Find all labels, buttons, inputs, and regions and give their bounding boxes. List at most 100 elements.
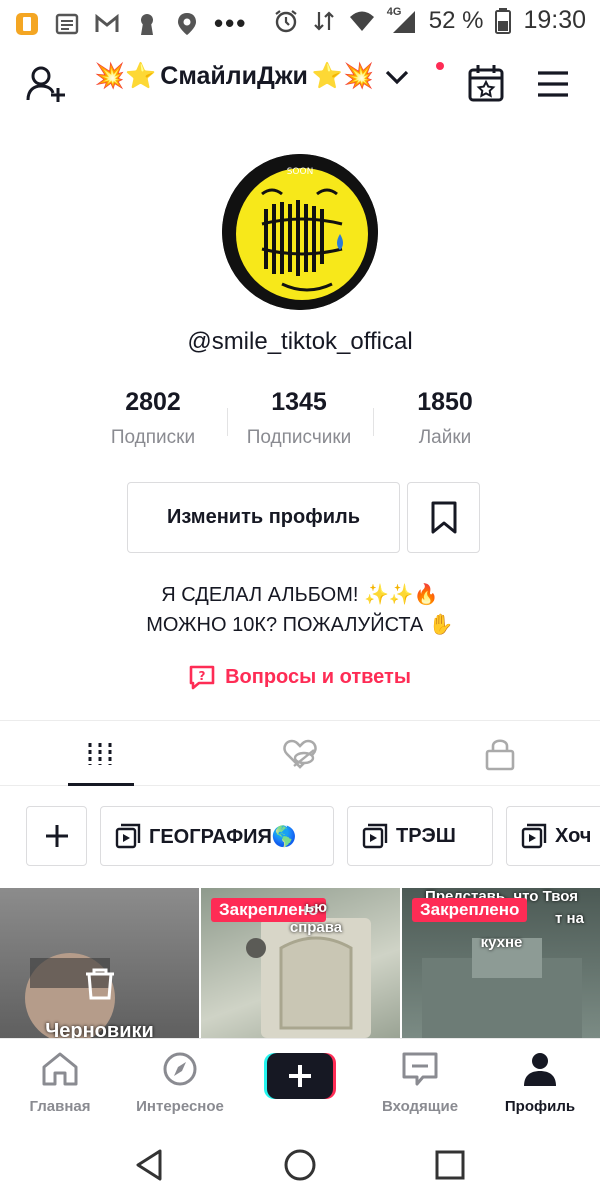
nav-inbox-label: Входящие — [381, 1098, 459, 1115]
video-tile[interactable]: Закреплено ью справа — [201, 888, 400, 1038]
home-icon — [42, 1052, 78, 1086]
nav-discover[interactable]: Интересное — [120, 1051, 240, 1115]
plus-icon — [45, 825, 68, 847]
qa-label: Вопросы и ответы — [225, 665, 411, 688]
account-switcher[interactable]: 💥⭐ СмайлиДжи ⭐💥 — [94, 62, 410, 91]
profile-display-name: СмайлиДжи — [160, 62, 308, 90]
svg-text:?: ? — [199, 669, 206, 683]
profile-icon — [524, 1053, 556, 1086]
playlist-icon — [362, 823, 388, 849]
bookmark-icon — [431, 501, 456, 533]
home-circle-icon[interactable] — [283, 1148, 317, 1182]
chevron-down-icon — [386, 70, 409, 84]
nav-home-label: Главная — [29, 1098, 91, 1115]
question-bubble-icon: ? — [189, 665, 215, 690]
stat-followers-value: 1345 — [271, 388, 327, 416]
stat-likes-value: 1850 — [417, 388, 473, 416]
stat-following[interactable]: 2802 Подписки — [80, 388, 226, 449]
nav-home[interactable]: Главная — [0, 1051, 120, 1115]
clock: 19:30 — [523, 6, 586, 34]
profile-header: 💥⭐ СмайлиДжи ⭐💥 — [0, 52, 600, 116]
cellular-signal-icon: 4G — [387, 6, 417, 34]
profile-bio: Я СДЕЛАЛ АЛЬБОМ! ✨✨🔥 МОЖНО 10К? ПОЖАЛУЙС… — [0, 580, 600, 640]
stat-following-label: Подписки — [110, 427, 196, 448]
playlist-icon — [521, 823, 547, 849]
wifi-icon — [349, 11, 374, 31]
create-button[interactable] — [264, 1053, 336, 1099]
stat-likes[interactable]: 1850 Лайки — [372, 388, 518, 449]
alarm-icon — [275, 9, 297, 32]
trash-icon — [86, 968, 114, 1000]
profile-stats: 2802 Подписки 1345 Подписчики 1850 Лайки — [80, 388, 520, 458]
tab-liked[interactable] — [200, 721, 400, 787]
active-tab-indicator — [68, 783, 134, 786]
playlist-chip[interactable]: ТРЭШ — [347, 806, 493, 866]
content-tabs — [0, 720, 600, 786]
compass-icon — [163, 1052, 197, 1086]
stat-followers[interactable]: 1345 Подписчики — [226, 388, 372, 449]
hidden-likes-icon — [283, 739, 317, 769]
add-friend-icon[interactable] — [26, 66, 66, 104]
grid-icon — [88, 743, 112, 765]
bio-line-2: МОЖНО 10К? ПОЖАЛУЙСТА ✋ — [146, 614, 454, 636]
playlist-label: Хоч — [555, 824, 592, 847]
video-caption-mid: т на — [555, 910, 584, 927]
video-grid: Черновики Закреплено ью справа Представь… — [0, 888, 600, 1038]
edit-profile-button[interactable]: Изменить профиль — [127, 482, 400, 553]
drafts-tile[interactable]: Черновики — [0, 888, 199, 1038]
playlists-row: ГЕОГРАФИЯ🌎 ТРЭШ Хоч — [0, 806, 600, 868]
profile-screen: ••• 4G 52 % 19:30 💥⭐ СмайлиДжи ⭐💥 SOON @… — [0, 0, 600, 1200]
avatar-soon-label: SOON — [287, 167, 314, 177]
pinned-badge: Закреплено — [412, 898, 528, 922]
create-plus-icon — [264, 1053, 336, 1099]
back-icon[interactable] — [134, 1148, 166, 1182]
video-tile[interactable]: Представь, что Твоя Закреплено т на кухн… — [402, 888, 600, 1038]
status-system: 4G 52 % 19:30 — [273, 6, 586, 35]
keyhole-icon — [141, 13, 153, 35]
nav-discover-label: Интересное — [136, 1098, 224, 1115]
playlist-chip[interactable]: ГЕОГРАФИЯ🌎 — [100, 806, 334, 866]
playlist-chip[interactable]: Хоч — [506, 806, 600, 866]
nav-profile-label: Профиль — [504, 1098, 576, 1115]
system-navigation — [0, 1128, 600, 1200]
battery-percent: 52 % — [428, 6, 484, 34]
status-notifications: ••• — [14, 8, 247, 39]
playlist-icon — [115, 823, 141, 849]
playlist-label: ГЕОГРАФИЯ🌎 — [149, 825, 297, 848]
battery-icon — [495, 7, 512, 34]
app-notification-icon — [16, 12, 38, 35]
avatar-image: SOON — [222, 154, 378, 310]
gmail-icon — [95, 13, 119, 32]
stat-following-value: 2802 — [125, 388, 181, 416]
video-caption-bottom: кухне — [480, 934, 523, 951]
title-emoji-left: 💥⭐ — [94, 62, 157, 90]
avatar[interactable]: SOON — [222, 154, 378, 310]
tab-videos[interactable] — [0, 721, 200, 787]
notification-dot — [436, 62, 444, 70]
status-bar: ••• 4G 52 % 19:30 — [0, 0, 600, 44]
stat-likes-label: Лайки — [418, 427, 472, 448]
qa-link[interactable]: ? Вопросы и ответы — [0, 664, 600, 690]
bottom-navigation: Главная Интересное Входящие Профиль — [0, 1038, 600, 1128]
news-icon — [55, 13, 79, 34]
nav-profile[interactable]: Профиль — [480, 1051, 600, 1115]
calendar-icon[interactable] — [468, 64, 504, 102]
more-notifications-icon: ••• — [214, 8, 248, 38]
recents-icon[interactable] — [434, 1149, 466, 1181]
inbox-icon — [402, 1052, 438, 1086]
username: @smile_tiktok_offical — [187, 328, 413, 355]
lock-icon — [485, 739, 515, 771]
bio-line-1: Я СДЕЛАЛ АЛЬБОМ! ✨✨🔥 — [161, 584, 439, 606]
nav-inbox[interactable]: Входящие — [360, 1051, 480, 1115]
favorites-button[interactable] — [407, 482, 480, 553]
stat-followers-label: Подписчики — [246, 427, 352, 448]
add-playlist-button[interactable] — [26, 806, 87, 866]
title-emoji-right: ⭐💥 — [311, 62, 375, 90]
tab-private[interactable] — [400, 721, 600, 787]
drafts-label: Черновики — [45, 1020, 154, 1038]
location-icon — [178, 12, 196, 35]
menu-icon[interactable] — [536, 70, 570, 98]
playlist-label: ТРЭШ — [396, 824, 456, 847]
data-transfer-icon — [313, 10, 334, 31]
video-caption: ью справа — [289, 899, 343, 936]
